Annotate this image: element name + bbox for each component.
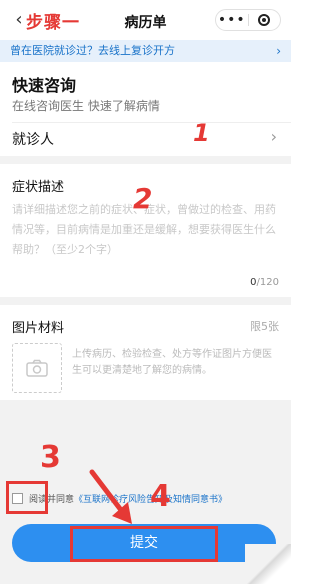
- patient-selector-label[interactable]: 就诊人: [12, 129, 54, 149]
- annotation-box-submit: [70, 526, 218, 562]
- miniprogram-capsule: •••: [215, 9, 281, 31]
- annotation-number-2: 2: [133, 182, 153, 215]
- target-icon[interactable]: [248, 14, 280, 26]
- image-upload-button[interactable]: [12, 343, 62, 393]
- camera-icon: [26, 359, 48, 377]
- annotation-number-1: 1: [193, 119, 210, 147]
- revisit-banner[interactable]: 曾在医院就诊过？去线上复诊开方 ›: [0, 40, 291, 62]
- quick-consult-title: 快速咨询: [12, 76, 77, 95]
- image-material-title: 图片材料: [12, 321, 65, 336]
- char-counter: 0/120: [250, 277, 279, 288]
- symptom-title: 症状描述: [12, 180, 65, 195]
- chevron-right-icon[interactable]: ›: [271, 127, 277, 146]
- image-material-card: 图片材料 限5张 上传病历、检验检查、处方等作证图片方便医生可以更清楚地了解您的…: [0, 305, 291, 400]
- char-count-max: /120: [256, 277, 279, 288]
- quick-consult-card: 快速咨询 在线咨询医生 快速了解病情 就诊人 ›: [0, 62, 291, 156]
- banner-chevron-icon: ›: [276, 44, 281, 58]
- image-limit: 限5张: [250, 320, 279, 333]
- annotation-number-3: 3: [40, 440, 61, 475]
- quick-consult-subtitle: 在线咨询医生 快速了解病情: [12, 99, 160, 113]
- nav-bar: ‹ 步骤一 病历单 •••: [0, 0, 291, 40]
- annotation-arrow-icon: [89, 469, 132, 524]
- annotation-number-4: 4: [150, 479, 171, 514]
- medical-record-page: ‹ 步骤一 病历单 ••• 曾在医院就诊过？去线上复诊开方 › 快速咨询 在线咨…: [0, 0, 291, 584]
- more-dots-icon[interactable]: •••: [216, 11, 248, 29]
- page-curl-decoration: [245, 544, 291, 584]
- banner-text: 曾在医院就诊过？去线上复诊开方: [10, 44, 175, 57]
- annotation-box-checkbox: [6, 481, 48, 514]
- upload-hint: 上传病历、检验检查、处方等作证图片方便医生可以更清楚地了解您的病情。: [72, 349, 272, 376]
- divider: [12, 122, 291, 123]
